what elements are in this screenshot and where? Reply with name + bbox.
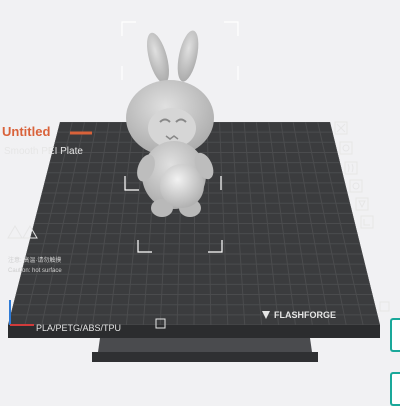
model-ear-right xyxy=(177,30,199,82)
extruder-icon xyxy=(360,215,374,229)
filament-icon xyxy=(349,179,363,193)
3d-viewport[interactable]: Untitled Smooth PEI Plate 注意: 高温·请勿触摸 Ca… xyxy=(0,0,400,400)
plate-type-label: Smooth PEI Plate xyxy=(4,146,83,157)
brand-icon xyxy=(379,301,390,312)
gear-icon xyxy=(339,141,353,155)
side-panel-toggle-top[interactable] xyxy=(390,318,400,352)
fan-icon xyxy=(334,121,348,135)
warning-line-1: 注意: 高温·请勿触摸 xyxy=(8,256,61,264)
project-title: Untitled xyxy=(2,124,50,139)
materials-label: PLA/PETG/ABS/TPU xyxy=(36,323,121,333)
model-ear-left xyxy=(147,32,169,84)
side-panel-toggle-bottom[interactable] xyxy=(390,372,400,406)
warning-line-2: Caution: hot surface xyxy=(8,268,62,274)
brand-label: FLASHFORGE xyxy=(274,310,336,320)
heat-icon xyxy=(344,161,358,175)
nozzle-icon xyxy=(355,197,369,211)
